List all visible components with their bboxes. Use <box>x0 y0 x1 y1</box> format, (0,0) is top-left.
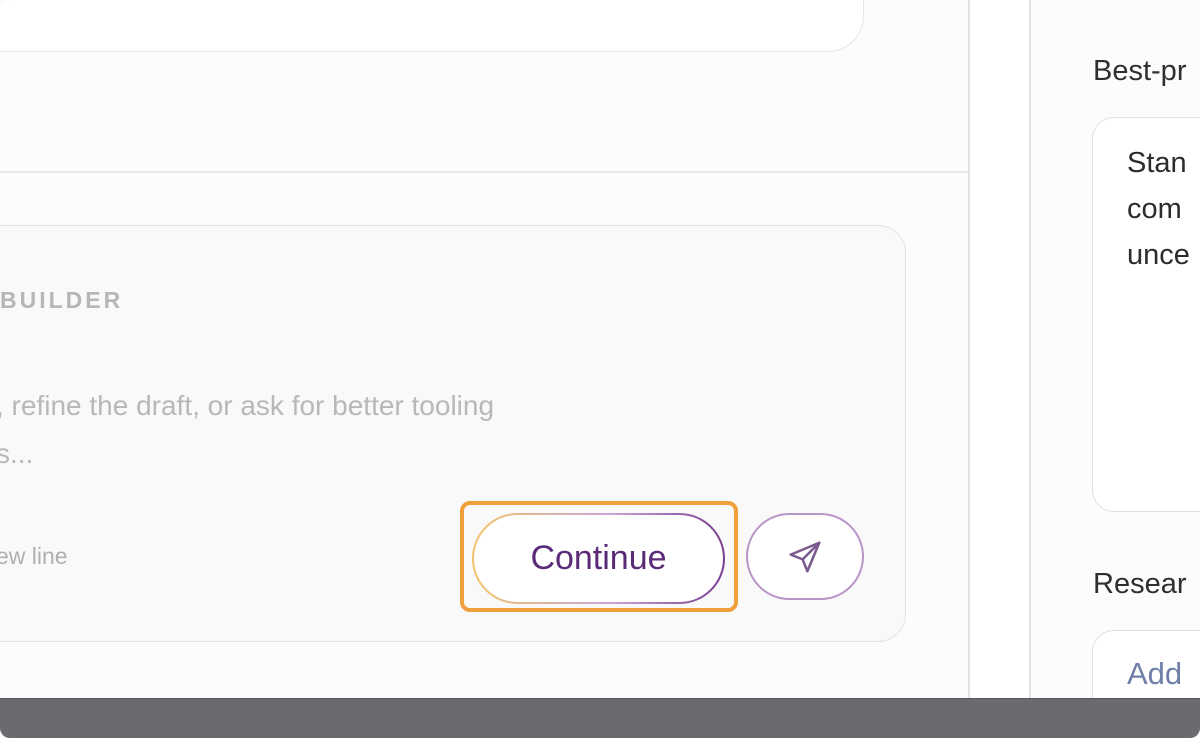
composer-input[interactable]: , refine the draft, or ask for better to… <box>0 382 656 478</box>
previous-message-bubble <box>0 0 864 52</box>
app-window: BUILDER , refine the draft, or ask for b… <box>0 0 1200 738</box>
chat-column: BUILDER , refine the draft, or ask for b… <box>0 0 968 698</box>
best-practices-label: Best-pr <box>1093 55 1187 87</box>
divider <box>0 171 968 173</box>
send-button[interactable] <box>746 513 864 600</box>
send-icon <box>789 540 821 573</box>
research-label: Resear <box>1093 568 1187 600</box>
continue-button[interactable]: Continue <box>472 513 725 604</box>
research-add-link[interactable]: Add <box>1127 656 1182 692</box>
composer-hint: ew line <box>0 543 68 569</box>
bottom-bar <box>0 698 1200 738</box>
best-practices-text: Stan com unce <box>1127 147 1190 271</box>
panel-gutter <box>970 0 1028 698</box>
composer-label: BUILDER <box>0 287 124 313</box>
